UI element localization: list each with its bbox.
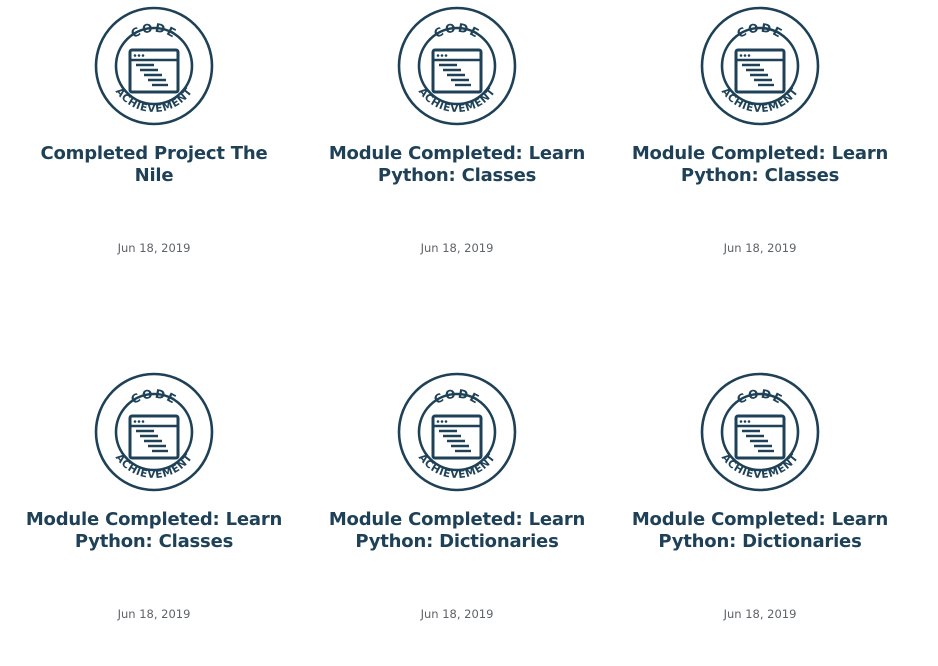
- achievement-title: Module Completed: Learn Python: Classes: [328, 143, 586, 186]
- achievement-title: Module Completed: Learn Python: Classes: [25, 509, 283, 552]
- achievement-date: Jun 18, 2019: [420, 241, 494, 255]
- achievement-title: Module Completed: Learn Python: Dictiona…: [328, 509, 586, 552]
- achievement-date: Jun 18, 2019: [420, 607, 494, 621]
- achievement-title: Module Completed: Learn Python: Dictiona…: [631, 509, 889, 552]
- achievement-card[interactable]: CODE ACHIEVEMENT Module Completed: Learn…: [630, 0, 890, 300]
- achievement-card[interactable]: CODE ACHIEVEMENT Module Completed: Learn…: [327, 366, 587, 666]
- achievement-date: Jun 18, 2019: [117, 241, 191, 255]
- achievement-title: Module Completed: Learn Python: Classes: [631, 143, 889, 186]
- svg-text:CODE: CODE: [432, 21, 483, 41]
- code-achievement-badge-icon: CODE ACHIEVEMENT: [700, 372, 820, 492]
- svg-text:CODE: CODE: [735, 21, 786, 41]
- achievement-card[interactable]: CODE ACHIEVEMENT Module Completed: Learn…: [327, 0, 587, 300]
- code-achievement-badge-icon: CODE ACHIEVEMENT: [94, 372, 214, 492]
- achievement-date: Jun 18, 2019: [723, 607, 797, 621]
- achievement-card[interactable]: CODE ACHIEVEMENT Completed Project The N…: [24, 0, 284, 300]
- code-achievement-badge-icon: CODE ACHIEVEMENT: [94, 6, 214, 126]
- achievements-grid: CODE ACHIEVEMENT Completed Project The N…: [0, 0, 938, 658]
- svg-text:CODE: CODE: [129, 387, 180, 407]
- code-achievement-badge-icon: CODE ACHIEVEMENT: [397, 6, 517, 126]
- svg-text:CODE: CODE: [129, 21, 180, 41]
- achievement-title: Completed Project The Nile: [40, 143, 268, 186]
- code-achievement-badge-icon: CODE ACHIEVEMENT: [700, 6, 820, 126]
- achievement-date: Jun 18, 2019: [117, 607, 191, 621]
- svg-text:CODE: CODE: [735, 387, 786, 407]
- svg-text:CODE: CODE: [432, 387, 483, 407]
- achievement-card[interactable]: CODE ACHIEVEMENT Module Completed: Learn…: [630, 366, 890, 666]
- code-achievement-badge-icon: CODE ACHIEVEMENT: [397, 372, 517, 492]
- achievement-card[interactable]: CODE ACHIEVEMENT Module Completed: Learn…: [24, 366, 284, 666]
- achievement-date: Jun 18, 2019: [723, 241, 797, 255]
